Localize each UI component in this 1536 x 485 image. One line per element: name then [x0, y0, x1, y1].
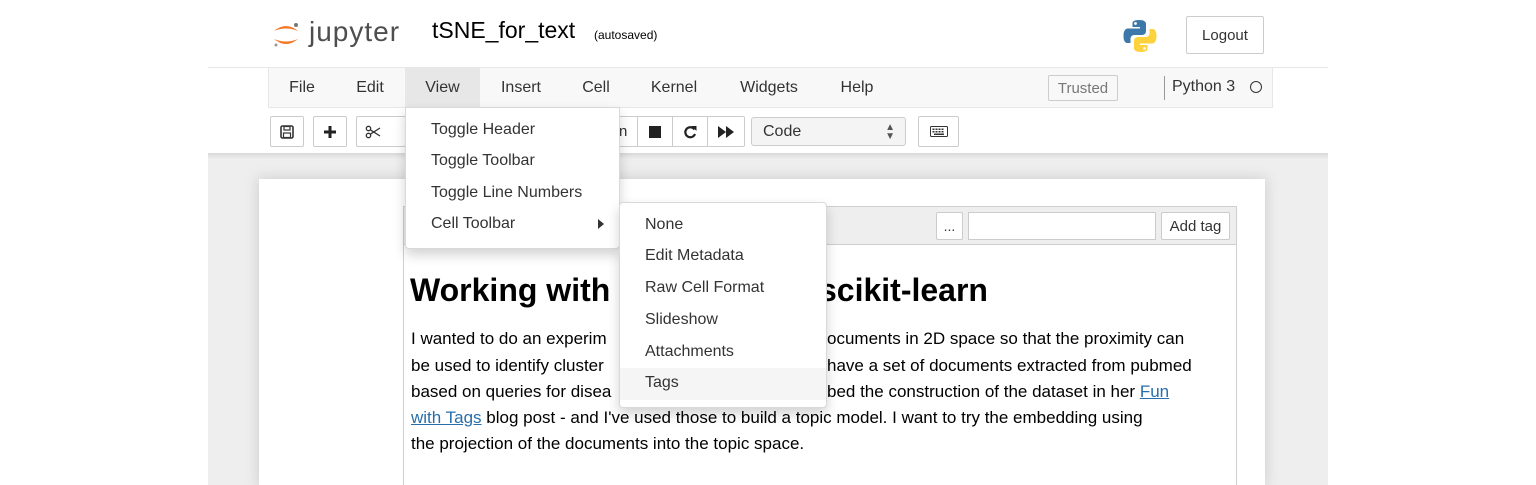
- line-text-left: be used to identify cluster: [411, 356, 604, 375]
- select-arrows-icon: ▲ ▼: [885, 122, 895, 142]
- paragraph-line: the projection of the documents into the…: [411, 434, 804, 454]
- plus-icon: [324, 125, 336, 138]
- menu-widgets[interactable]: Widgets: [726, 68, 812, 108]
- paragraph-line: I wanted to do an experim: [411, 329, 607, 349]
- restart-icon: [684, 125, 697, 138]
- menu-toggle-toolbar[interactable]: Toggle Toolbar: [431, 152, 535, 170]
- paragraph-line: based on queries for disea: [411, 382, 611, 402]
- line-text-right: bed the construction of the dataset in h…: [827, 382, 1140, 401]
- kernel-name: Python 3: [1172, 78, 1236, 95]
- kernel-idle-icon: [1250, 81, 1262, 93]
- kernel-separator: [1164, 76, 1165, 100]
- logout-button[interactable]: Logout: [1186, 16, 1264, 54]
- save-button[interactable]: [270, 116, 304, 147]
- submenu-slideshow[interactable]: Slideshow: [645, 311, 718, 329]
- line-text: blog post - and I've used those to build…: [481, 408, 1143, 427]
- cut-button[interactable]: [356, 116, 406, 147]
- tag-more-button[interactable]: ...: [936, 212, 963, 240]
- save-icon: [280, 124, 294, 139]
- fast-forward-icon: [718, 125, 734, 138]
- menu-file[interactable]: File: [276, 68, 328, 108]
- jupyter-logo[interactable]: jupyter: [271, 14, 421, 54]
- run-all-button[interactable]: [707, 116, 745, 147]
- insert-cell-button[interactable]: [313, 116, 347, 147]
- fun-with-tags-link-cont[interactable]: with Tags: [411, 408, 482, 427]
- jupyter-brand-text: jupyter: [309, 16, 401, 47]
- tag-input[interactable]: [968, 212, 1156, 240]
- jupyter-logo-icon: [274, 23, 298, 47]
- run-label: n: [619, 123, 628, 140]
- cell-heading: Working with scikit-learn: [410, 272, 988, 309]
- line-text-right: have a set of documents extracted from p…: [827, 356, 1192, 375]
- command-palette-button[interactable]: [918, 116, 959, 147]
- menu-help[interactable]: Help: [830, 68, 884, 108]
- paragraph-line: be used to identify cluster: [411, 356, 604, 376]
- menu-view[interactable]: View: [405, 68, 480, 108]
- submenu-caret-icon: [598, 219, 604, 229]
- fun-with-tags-link[interactable]: Fun: [1140, 382, 1169, 401]
- menu-kernel[interactable]: Kernel: [640, 68, 708, 108]
- line-text-left: based on queries for disea: [411, 382, 612, 401]
- scissors-icon: [365, 125, 381, 138]
- stop-icon: [649, 125, 661, 138]
- cell-type-select[interactable]: Code ▲ ▼: [751, 117, 906, 146]
- trusted-indicator[interactable]: Trusted: [1048, 75, 1118, 101]
- line-text-right: ocuments in 2D space so that the proximi…: [827, 329, 1185, 348]
- cell-type-value: Code: [763, 123, 802, 140]
- paragraph-line: ocuments in 2D space so that the proximi…: [827, 329, 1184, 349]
- keyboard-icon: [929, 126, 948, 137]
- menu-edit[interactable]: Edit: [343, 68, 397, 108]
- autosave-status: (autosaved): [594, 28, 658, 42]
- python-logo-icon: [1122, 18, 1158, 54]
- paragraph-line: with Tags blog post - and I've used thos…: [411, 408, 1143, 428]
- submenu-tags[interactable]: Tags: [645, 374, 679, 392]
- heading-right: scikit-learn: [819, 272, 988, 308]
- interrupt-button[interactable]: [637, 116, 673, 147]
- submenu-none[interactable]: None: [645, 216, 683, 234]
- submenu-raw-cell-format[interactable]: Raw Cell Format: [645, 279, 764, 297]
- heading-left: Working with: [410, 272, 611, 308]
- paragraph-line: bed the construction of the dataset in h…: [827, 382, 1169, 402]
- submenu-attachments[interactable]: Attachments: [645, 343, 734, 361]
- menu-toggle-header[interactable]: Toggle Header: [431, 121, 535, 139]
- notebook-title[interactable]: tSNE_for_text: [432, 17, 575, 44]
- paragraph-line: have a set of documents extracted from p…: [827, 356, 1192, 376]
- add-tag-button[interactable]: Add tag: [1161, 212, 1230, 240]
- menu-toggle-line-numbers[interactable]: Toggle Line Numbers: [431, 184, 582, 202]
- menu-cell-toolbar[interactable]: Cell Toolbar: [431, 215, 515, 233]
- restart-button[interactable]: [672, 116, 708, 147]
- submenu-edit-metadata[interactable]: Edit Metadata: [645, 247, 744, 265]
- menu-cell[interactable]: Cell: [570, 68, 622, 108]
- menu-insert[interactable]: Insert: [488, 68, 554, 108]
- line-text: the projection of the documents into the…: [411, 434, 805, 453]
- notebook-shadow: [208, 153, 1328, 159]
- line-text-left: I wanted to do an experim: [411, 329, 607, 348]
